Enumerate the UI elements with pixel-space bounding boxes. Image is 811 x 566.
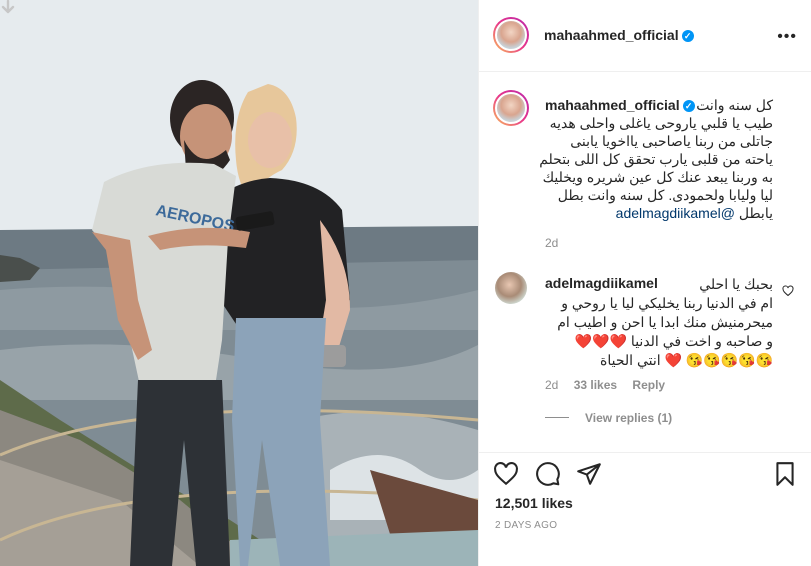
post-photo[interactable]: AEROPOS (0, 0, 478, 566)
author-avatar[interactable] (493, 17, 529, 53)
comment-time[interactable]: 2d (545, 378, 558, 392)
share-paper-plane-icon[interactable] (576, 461, 602, 487)
post-actions: 12,501 likes 2 DAYS AGO (479, 452, 811, 566)
comment-reply-button[interactable]: Reply (632, 378, 665, 392)
caption-body: طيب يا قلبي ياروحى ياغلى واحلى هديه جاتل… (539, 115, 773, 221)
comment-meta: 2d 33 likes Reply (545, 378, 677, 392)
comment-line: ام في الدنيا ربنا يخليكي ليا يا روحي و (561, 295, 773, 311)
comment-like-heart-icon[interactable] (782, 285, 794, 297)
save-bookmark-icon[interactable] (772, 461, 798, 487)
author-username[interactable]: mahaahmed_official ✓ (544, 27, 694, 43)
view-replies-label: View replies (1) (585, 411, 673, 425)
caption-first-line: كل سنه وانت (696, 97, 773, 113)
caption-mention-link[interactable]: @adelmagdiikamel (616, 205, 735, 221)
likes-count[interactable]: 12,501 likes (495, 495, 573, 511)
view-replies-button[interactable]: View replies (1) (545, 411, 672, 425)
post-side-panel: mahaahmed_official ✓ ••• mahaahmed_offici… (478, 0, 811, 566)
download-arrow-icon[interactable] (0, 0, 16, 16)
comments-section[interactable]: mahaahmed_official ✓ كل سنه وانت طيب يا ق… (479, 72, 811, 452)
comment-likes[interactable]: 33 likes (574, 378, 617, 392)
comment-line: 😘😘😘😘😘 ❤️ انتي الحياة (600, 352, 773, 368)
caption-author-avatar[interactable] (493, 90, 529, 126)
more-options-icon[interactable]: ••• (777, 28, 797, 46)
post-date[interactable]: 2 DAYS AGO (495, 520, 557, 531)
comment-line: بحبك يا احلي (699, 276, 773, 292)
verified-badge-icon: ✓ (681, 30, 694, 42)
commenter-avatar[interactable] (495, 272, 527, 304)
caption-time[interactable]: 2d (545, 236, 558, 250)
like-heart-icon[interactable] (493, 461, 519, 487)
post-photo-scene: AEROPOS (0, 0, 478, 566)
comment-line: و صاحبه و اخت في الدنيا ❤️❤️❤️ (574, 333, 773, 349)
comment-bubble-icon[interactable] (535, 461, 561, 487)
post-header: mahaahmed_official ✓ ••• (479, 0, 811, 72)
caption-text: كل سنه وانت طيب يا قلبي ياروحى ياغلى واح… (539, 96, 773, 222)
comment-text: بحبك يا احلي ام في الدنيا ربنا يخليكي لي… (539, 275, 773, 370)
comment-line: ميحرمنيش منك ابدا يا احن و اطيب ام (557, 314, 773, 330)
